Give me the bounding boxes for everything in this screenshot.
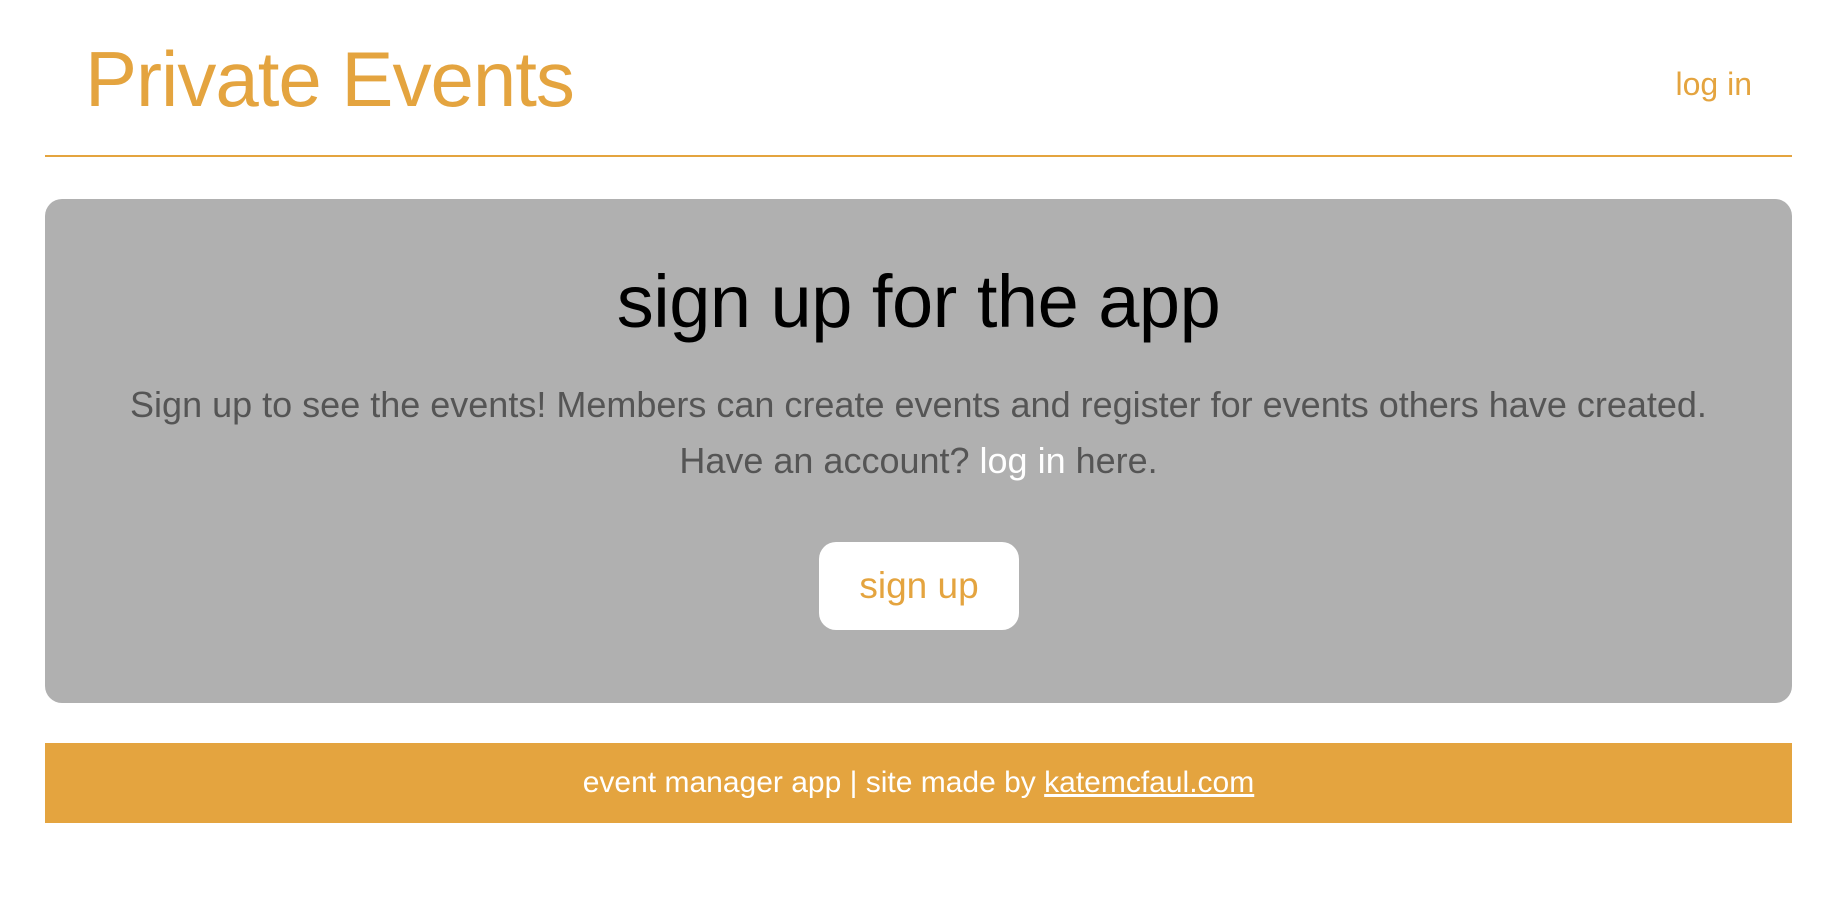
hero-description: Sign up to see the events! Members can c… [85, 377, 1752, 489]
page: Private Events log in sign up for the ap… [0, 0, 1837, 899]
footer-site-link[interactable]: katemcfaul.com [1044, 766, 1254, 799]
navbar: Private Events log in [45, 0, 1792, 157]
here-text: here. [1065, 440, 1158, 481]
brand-link[interactable]: Private Events [85, 34, 575, 124]
sign-up-button[interactable]: sign up [819, 542, 1019, 630]
signup-hero: sign up for the app Sign up to see the e… [45, 199, 1792, 703]
footer: event manager app | site made by katemcf… [45, 743, 1792, 823]
have-account-text: Have an account? [679, 440, 980, 481]
hero-login-link[interactable]: log in [980, 440, 1066, 481]
hero-description-line1: Sign up to see the events! Members can c… [130, 384, 1707, 425]
hero-description-line2: Have an account? log in here. [85, 433, 1752, 489]
hero-title: sign up for the app [616, 260, 1221, 343]
nav-login-link[interactable]: log in [1676, 64, 1753, 104]
footer-text: event manager app | site made by [582, 766, 1045, 799]
